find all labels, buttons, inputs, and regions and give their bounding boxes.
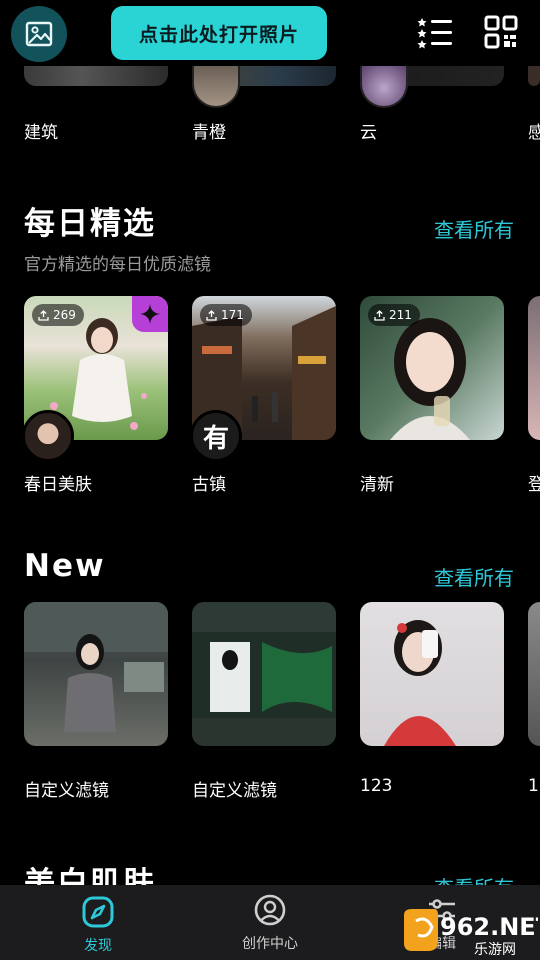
filter-card-label: 自定义滤镜 (192, 781, 277, 801)
card-photo (192, 602, 336, 746)
share-upload-icon (374, 309, 385, 321)
card-photo (384, 620, 456, 746)
gallery-icon (25, 21, 53, 47)
new-filter-card[interactable] (192, 602, 336, 746)
category-thumb-architecture[interactable] (24, 66, 168, 86)
star-list-icon (417, 18, 452, 49)
favorites-list-button[interactable] (416, 14, 454, 52)
creator-avatar[interactable]: 有 (190, 410, 242, 462)
share-count-badge: 211 (368, 304, 420, 326)
user-profile-icon (254, 894, 286, 926)
top-bar: 点击此处打开照片 (0, 0, 540, 66)
share-upload-icon (206, 309, 217, 321)
nav-creation-center[interactable]: 创作中心 (228, 885, 312, 960)
new-filter-card[interactable] (360, 602, 504, 746)
gallery-button[interactable] (11, 6, 67, 62)
category-label: 感 (528, 123, 540, 143)
share-count: 171 (221, 308, 244, 322)
qr-code-icon (484, 15, 518, 49)
creator-avatar[interactable] (22, 410, 74, 462)
nav-discover-label: 发现 (84, 938, 112, 954)
new-section-title: New (24, 548, 106, 584)
compass-icon (82, 896, 114, 928)
open-photo-button[interactable]: 点击此处打开照片 (111, 6, 327, 60)
filter-card-fresh[interactable]: 211 (360, 296, 504, 440)
new-filter-card[interactable] (24, 602, 168, 746)
new-see-all-link[interactable]: 查看所有 (434, 562, 514, 591)
daily-picks-subtitle: 官方精选的每日优质滤镜 (24, 255, 211, 275)
share-count-badge: 171 (200, 304, 252, 326)
watermark-sub: 乐游网 (474, 942, 516, 958)
watermark-logo: 962.NET 乐游网 (404, 909, 540, 958)
sparkle-icon (140, 304, 160, 324)
site-watermark: 962.NET 乐游网 (398, 905, 540, 959)
filter-card-label: 1 (528, 776, 539, 796)
watermark-brand: 962.NET (440, 913, 538, 941)
new-filter-card-partial[interactable] (528, 602, 540, 746)
category-label: 青橙 (192, 123, 226, 143)
qr-scan-button[interactable] (484, 15, 518, 49)
filter-card-label: 自定义滤镜 (24, 781, 109, 801)
share-count: 269 (53, 308, 76, 322)
filter-card-label: 古镇 (192, 475, 226, 495)
filter-card-partial[interactable] (528, 296, 540, 440)
premium-sparkle-badge (132, 296, 168, 332)
nav-discover[interactable]: 发现 (64, 885, 132, 960)
category-avatar-qingcheng (192, 66, 240, 108)
filter-card-label: 春日美肤 (24, 475, 92, 495)
filter-card-label: 123 (360, 776, 393, 796)
share-count-badge: 269 (32, 304, 84, 326)
category-avatar-cloud (360, 66, 408, 108)
share-count: 211 (389, 308, 412, 322)
creator-avatar-char: 有 (202, 423, 229, 454)
category-label: 建筑 (24, 123, 58, 143)
filter-card-label: 登 (528, 475, 540, 495)
category-thumb-feel[interactable] (528, 66, 540, 86)
daily-picks-title: 每日精选 (24, 206, 156, 242)
card-photo (24, 602, 168, 732)
category-row: 建筑 青橙 云 感 (0, 66, 540, 146)
category-label: 云 (360, 123, 377, 143)
share-upload-icon (38, 309, 49, 321)
nav-creation-label: 创作中心 (242, 936, 298, 952)
daily-see-all-link[interactable]: 查看所有 (434, 214, 514, 243)
filter-card-label: 清新 (360, 475, 394, 495)
